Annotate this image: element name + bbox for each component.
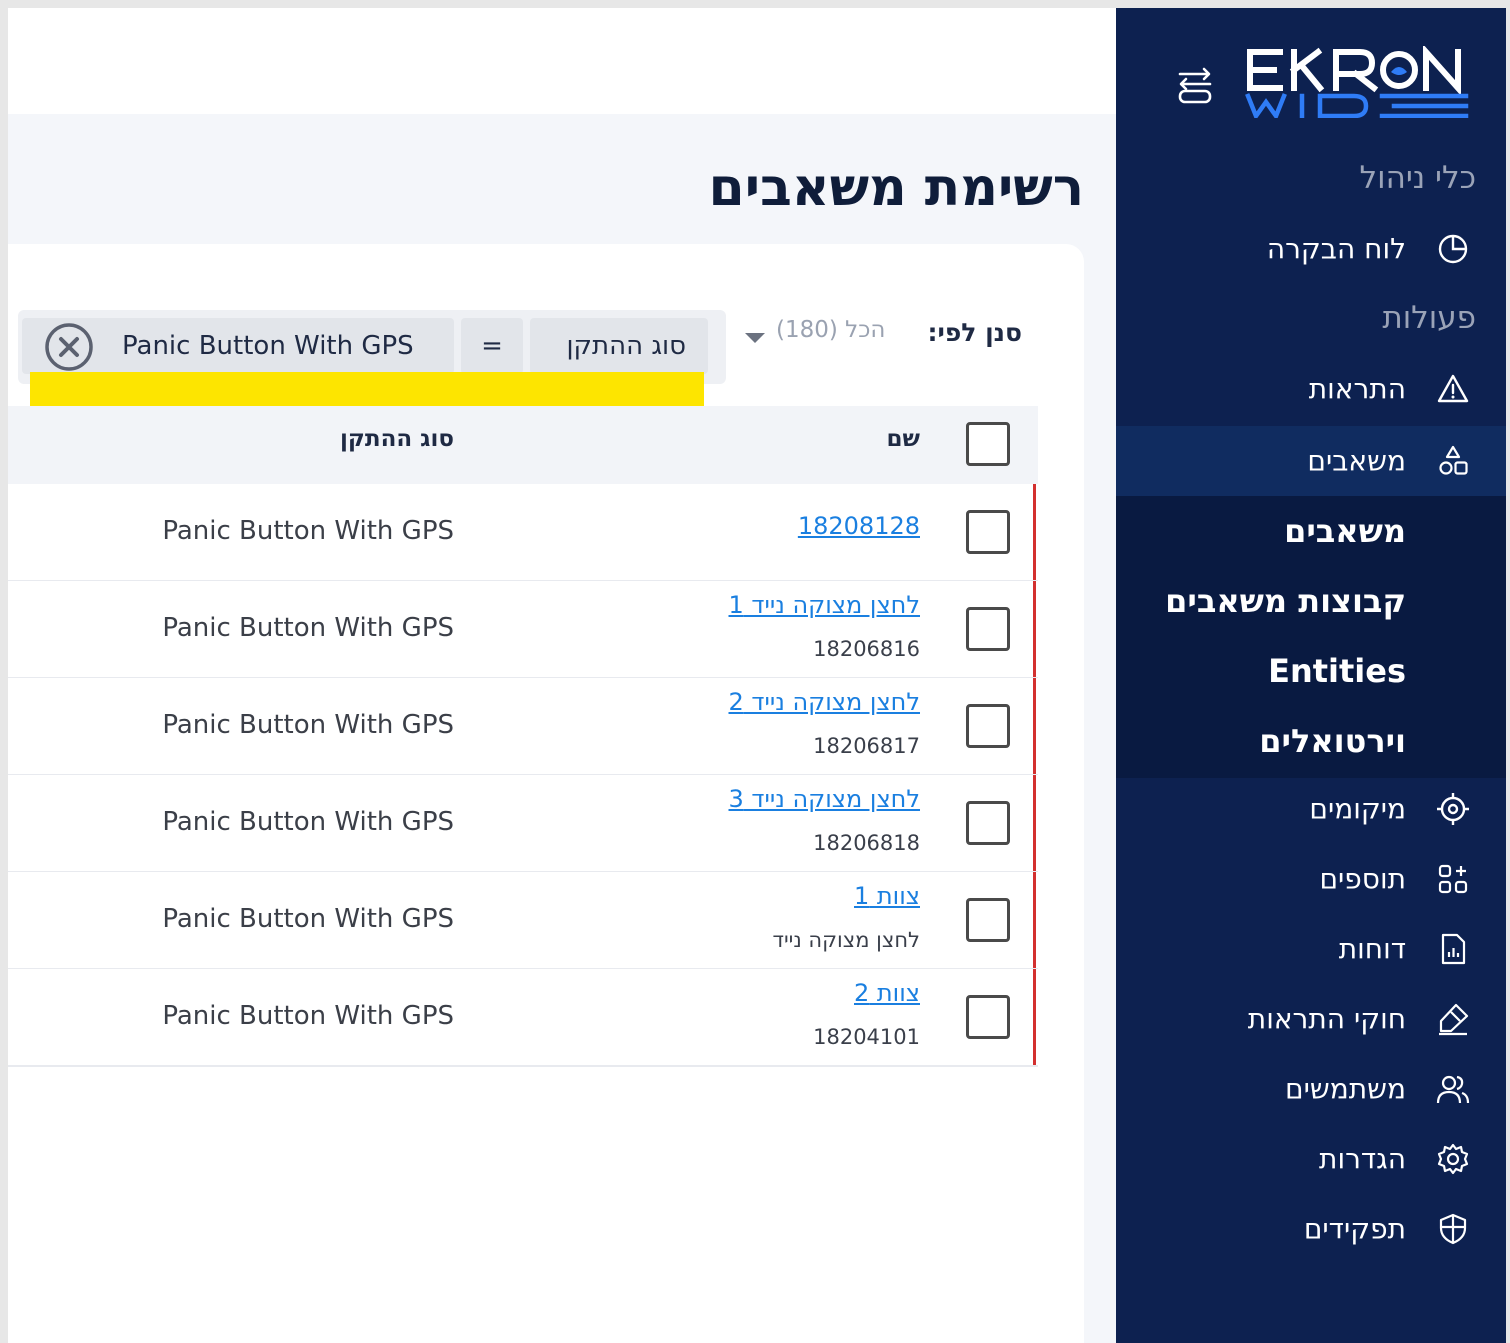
table-row[interactable]: לחצן מצוקה נייד 3 18206818 Panic Button …	[8, 775, 1038, 873]
shapes-icon	[1439, 445, 1468, 475]
pie-chart-icon	[1438, 234, 1468, 264]
add-grid-icon	[1438, 864, 1468, 894]
row-subtitle: לחצן מצוקה נייד	[772, 928, 920, 952]
sidebar: כלי ניהול לוח הבקרה פעולות התראות משאבים…	[1116, 8, 1506, 1343]
collapse-sidebar-icon[interactable]	[1174, 64, 1216, 106]
row-device-type: Panic Button With GPS	[162, 904, 454, 934]
page-title: רשימת משאבים	[708, 158, 1084, 218]
shield-icon	[1439, 1213, 1467, 1245]
row-device-type: Panic Button With GPS	[162, 613, 454, 643]
row-name-link[interactable]: צוות 2	[854, 979, 920, 1007]
row-status-marker	[1033, 678, 1036, 774]
table-row[interactable]: צוות 2 18204101 Panic Button With GPS	[8, 969, 1038, 1067]
row-subtitle: 18206817	[813, 734, 920, 758]
section-title-actions: פעולות	[1382, 300, 1476, 336]
report-file-icon	[1441, 933, 1466, 965]
nav-item-alert-rules[interactable]: חוקי התראות	[1116, 984, 1506, 1054]
warning-icon	[1437, 374, 1469, 403]
row-name-link[interactable]: לחצן מצוקה נייד 2	[729, 688, 921, 716]
row-checkbox[interactable]	[966, 995, 1010, 1039]
row-name-link[interactable]: לחצן מצוקה נייד 1	[729, 591, 921, 619]
row-checkbox[interactable]	[966, 801, 1010, 845]
row-status-marker	[1033, 581, 1036, 677]
table-row[interactable]: צוות 1 לחצן מצוקה נייד Panic Button With…	[8, 872, 1038, 970]
target-icon	[1437, 793, 1469, 825]
table-row[interactable]: לחצן מצוקה נייד 1 18206816 Panic Button …	[8, 581, 1038, 679]
row-status-marker	[1033, 775, 1036, 871]
filter-all-value: הכל (180)	[776, 317, 886, 343]
row-name-link[interactable]: צוות 1	[854, 882, 920, 910]
filter-all-dropdown[interactable]: הכל (180)	[742, 310, 902, 354]
row-name-link[interactable]: לחצן מצוקה נייד 3	[729, 785, 921, 813]
table-row[interactable]: לחצן מצוקה נייד 2 18206817 Panic Button …	[8, 678, 1038, 776]
top-bar	[8, 8, 1116, 114]
row-checkbox[interactable]	[966, 510, 1010, 554]
nav-item-roles[interactable]: תפקידים	[1116, 1194, 1506, 1264]
row-checkbox[interactable]	[966, 704, 1010, 748]
table-header: שם סוג ההתקן	[8, 406, 1038, 484]
close-circle-icon[interactable]	[44, 322, 94, 372]
subnav-item-resources[interactable]: משאבים	[1116, 496, 1506, 566]
row-checkbox[interactable]	[966, 607, 1010, 651]
row-name-link[interactable]: 18208128	[798, 512, 920, 540]
filter-chip-value[interactable]: Panic Button With GPS	[22, 318, 454, 374]
row-subtitle: 18206818	[813, 831, 920, 855]
nav-item-reports[interactable]: דוחות	[1116, 914, 1506, 984]
filter-chip-operator[interactable]: =	[461, 318, 523, 374]
table-row[interactable]: 18208128 Panic Button With GPS	[8, 484, 1038, 582]
row-status-marker	[1033, 969, 1036, 1065]
section-title-management: כלי ניהול	[1359, 160, 1476, 196]
row-checkbox[interactable]	[966, 898, 1010, 942]
column-header-device-type: סוג ההתקן	[340, 426, 454, 452]
nav-item-locations[interactable]: מיקומים	[1116, 774, 1506, 844]
select-all-checkbox[interactable]	[966, 422, 1010, 466]
column-header-name: שם	[886, 426, 920, 452]
nav-item-users[interactable]: משתמשים	[1116, 1054, 1506, 1124]
row-device-type: Panic Button With GPS	[162, 1001, 454, 1031]
row-device-type: Panic Button With GPS	[162, 516, 454, 546]
subnav-item-entities[interactable]: Entities	[1116, 636, 1506, 706]
nav-item-addons[interactable]: תוספים	[1116, 844, 1506, 914]
filter-label: סנן לפי:	[927, 318, 1022, 347]
row-device-type: Panic Button With GPS	[162, 807, 454, 837]
subnav-item-resource-groups[interactable]: קבוצות משאבים	[1116, 566, 1506, 636]
row-device-type: Panic Button With GPS	[162, 710, 454, 740]
subnav-item-virtuals[interactable]: וירטואלים	[1116, 706, 1506, 776]
filter-chip-field[interactable]: סוג ההתקן	[530, 318, 708, 374]
row-status-marker	[1033, 872, 1036, 968]
nav-item-dashboard[interactable]: לוח הבקרה	[1116, 214, 1506, 284]
gear-icon	[1437, 1143, 1469, 1175]
chevron-down-icon	[745, 333, 765, 343]
app-window: רשימת משאבים סנן לפי: הכל (180) סוג ההתק…	[8, 8, 1506, 1343]
row-status-marker	[1033, 484, 1036, 580]
rule-pen-icon	[1439, 1003, 1469, 1036]
users-icon	[1436, 1075, 1470, 1104]
resources-submenu: משאבים קבוצות משאבים Entities וירטואלים	[1116, 496, 1506, 778]
nav-item-settings[interactable]: הגדרות	[1116, 1124, 1506, 1194]
ekron-wide-logo[interactable]	[1244, 46, 1470, 118]
row-subtitle: 18206816	[813, 637, 920, 661]
row-subtitle: 18204101	[813, 1025, 920, 1049]
nav-item-alerts[interactable]: התראות	[1116, 354, 1506, 424]
main-content: רשימת משאבים סנן לפי: הכל (180) סוג ההתק…	[8, 8, 1116, 1343]
nav-item-resources[interactable]: משאבים	[1116, 426, 1506, 496]
